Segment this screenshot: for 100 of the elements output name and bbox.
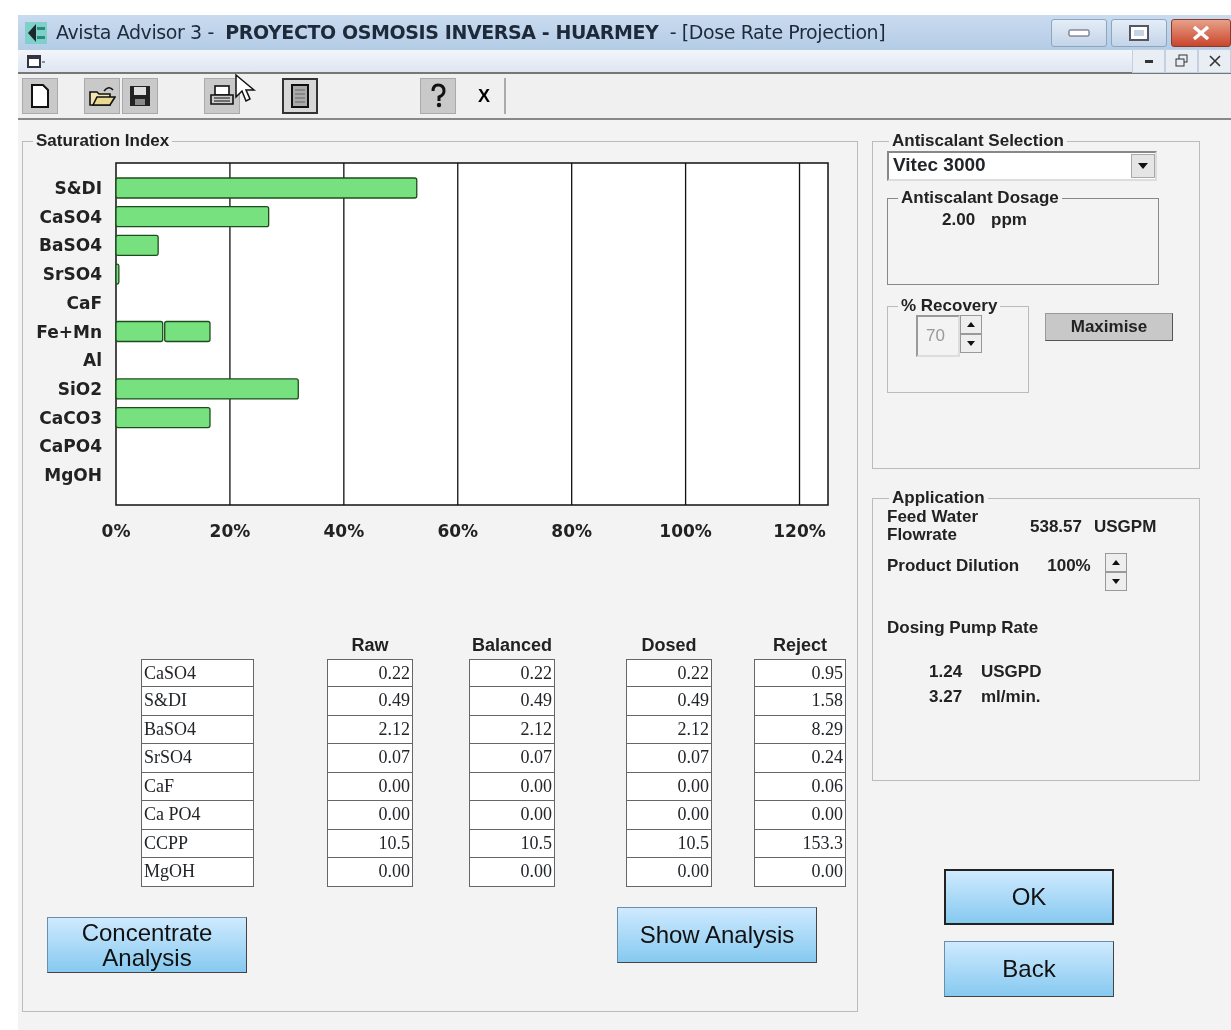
mouse-pointer-icon — [234, 73, 258, 103]
table-cell: 0.00 — [626, 772, 712, 802]
table-cell: 153.3 — [754, 829, 846, 859]
tick-label: 60% — [437, 520, 479, 541]
axis-label: CaF — [66, 292, 102, 313]
dosage-unit: ppm — [991, 209, 1027, 232]
table-cell: 0.07 — [626, 744, 712, 773]
axis-label: Al — [83, 349, 102, 370]
table-cell: 10.5 — [469, 829, 555, 859]
dialog-button[interactable]: OK — [944, 869, 1114, 925]
table-cell: 1.58 — [754, 687, 846, 716]
spin-down-button[interactable] — [1104, 572, 1127, 592]
minimize-icon — [1144, 59, 1153, 63]
restore-icon — [1174, 54, 1189, 68]
tick-label: 0% — [101, 520, 131, 541]
tick-label: 20% — [209, 520, 251, 541]
table-cell: 0.00 — [469, 801, 555, 830]
folder-icon — [88, 84, 116, 108]
group-title: Saturation Index — [35, 132, 171, 151]
axis-label: S&DI — [54, 177, 102, 198]
pump-rate-value: 3.27 — [929, 686, 964, 709]
group-title: Antiscalant Selection — [891, 132, 1065, 151]
axis-label: BaSO4 — [39, 235, 102, 256]
table-cell: 0.24 — [754, 744, 846, 773]
tick-label: 40% — [323, 520, 365, 541]
axis-label: SiO2 — [57, 378, 102, 399]
tick-label: 100% — [659, 520, 712, 541]
row-label: SrSO4 — [141, 744, 254, 773]
row-label: CCPP — [141, 829, 254, 859]
down-arrow-icon — [967, 341, 975, 347]
spin-up-button[interactable] — [960, 315, 982, 335]
table-cell: 0.06 — [754, 772, 846, 802]
table-cell: 0.00 — [469, 858, 555, 887]
maximize-icon — [1129, 25, 1149, 41]
caret-icon — [1138, 162, 1148, 169]
table-cell: 0.00 — [327, 858, 413, 887]
axis-label: SrSO4 — [42, 263, 102, 284]
table-cell: 8.29 — [754, 715, 846, 745]
help-button[interactable] — [420, 78, 456, 114]
spin-up-button[interactable] — [1104, 553, 1127, 573]
save-button[interactable] — [122, 78, 158, 114]
table-cell: 2.12 — [327, 715, 413, 745]
axis-label: Fe+Mn — [36, 321, 102, 342]
group-title: % Recovery — [900, 296, 999, 316]
axis-label: CaPO4 — [39, 436, 102, 456]
minimize-button[interactable] — [1132, 49, 1165, 73]
close-button[interactable] — [1171, 19, 1231, 47]
axis-label: CaCO3 — [39, 407, 102, 428]
dropdown-arrow-button[interactable] — [1131, 153, 1155, 178]
table-cell: 0.49 — [469, 687, 555, 716]
dialog-button[interactable]: Back — [944, 941, 1114, 997]
table-cell: 0.00 — [327, 772, 413, 802]
spin-down-button[interactable] — [960, 334, 982, 354]
show-analysis-button[interactable]: Show Analysis — [617, 906, 817, 963]
table-cell: 0.00 — [754, 801, 846, 830]
feed-water-label: Feed Water Flowrate — [887, 507, 979, 546]
dosage-value: 2.00 — [942, 209, 976, 232]
minimize-icon — [1068, 28, 1090, 38]
document-icon[interactable] — [26, 52, 46, 70]
concentrate-analysis-button[interactable]: Concentrate Analysis — [47, 916, 247, 973]
table-cell: 0.07 — [327, 744, 413, 773]
dosing-pump-label: Dosing Pump Rate — [887, 617, 1040, 640]
print-button[interactable] — [204, 78, 240, 114]
table-cell: 2.12 — [626, 715, 712, 745]
close-view-button[interactable]: X — [464, 78, 506, 114]
up-arrow-icon — [1111, 560, 1120, 566]
maximise-button[interactable]: Maximise — [1045, 312, 1173, 341]
row-label: CaF — [141, 772, 254, 802]
axis-label: CaSO4 — [39, 206, 102, 227]
table-cell: 0.00 — [754, 858, 846, 887]
pump-rate-unit: ml/min. — [981, 686, 1041, 709]
column-header: Raw — [350, 633, 390, 657]
row-label: MgOH — [141, 858, 254, 887]
table-cell: 0.07 — [469, 744, 555, 773]
product-dilution-value: 100% — [1047, 555, 1091, 578]
maximize-button[interactable] — [1111, 19, 1167, 47]
column-header: Dosed — [640, 633, 698, 657]
table-cell: 2.12 — [469, 715, 555, 745]
tick-label: 120% — [773, 520, 826, 541]
row-label: CaSO4 — [141, 658, 254, 688]
table-cell: 0.22 — [626, 658, 712, 688]
page-button[interactable] — [282, 78, 318, 114]
row-label: S&DI — [141, 687, 254, 716]
close-icon — [1208, 55, 1221, 67]
group-title: Antiscalant Dosage — [900, 188, 1060, 208]
tick-label: 80% — [551, 520, 593, 541]
antiscalant-dropdown[interactable]: Vitec 3000 — [887, 150, 1157, 181]
down-arrow-icon — [1111, 579, 1120, 585]
column-header: Reject — [772, 633, 828, 657]
new-button[interactable] — [22, 78, 58, 114]
new-document-icon — [29, 83, 51, 109]
page-icon — [290, 83, 310, 109]
table-cell: 0.49 — [626, 687, 712, 716]
table-cell: 10.5 — [626, 829, 712, 859]
open-button[interactable] — [84, 78, 120, 114]
table-cell: 0.00 — [626, 801, 712, 830]
close-icon — [1192, 25, 1210, 41]
row-label: BaSO4 — [141, 715, 254, 745]
table-cell: 0.49 — [327, 687, 413, 716]
app-icon — [24, 20, 48, 45]
